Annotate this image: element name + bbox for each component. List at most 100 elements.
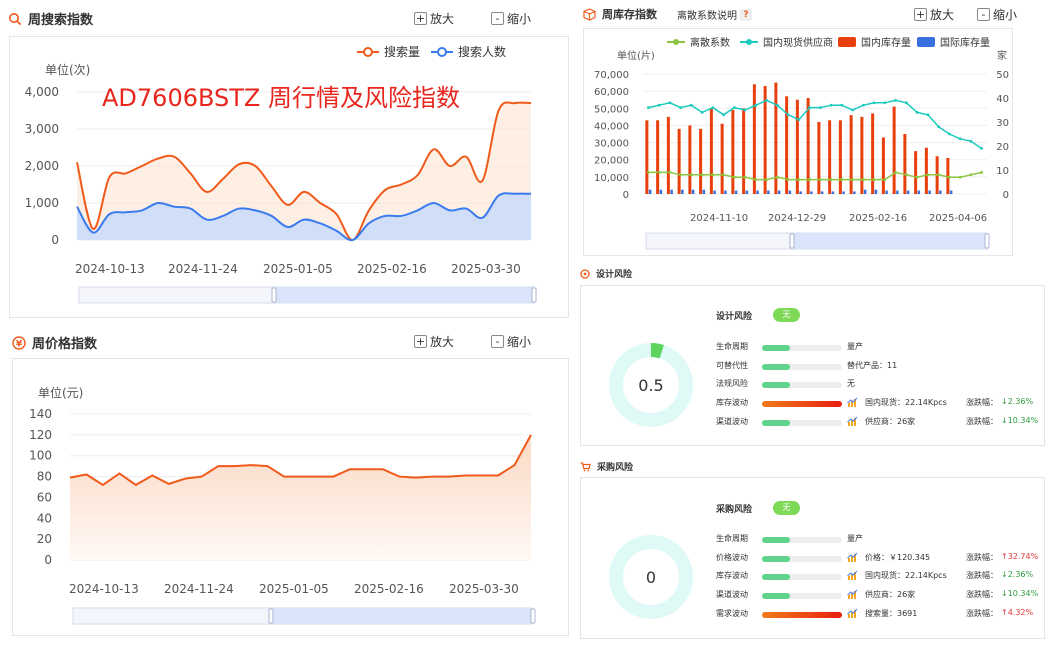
- inventory-chart: 70,000 60,000 50,000 40,000 30,000 20,000 10,0…: [594, 36, 1009, 250]
- inventory-series-point: [829, 103, 833, 107]
- trend-chart-icon[interactable]: [847, 397, 858, 409]
- price-y-tick: 20: [37, 532, 52, 546]
- risk-level-bar: [762, 574, 842, 581]
- risk-change-value: ↓2.36%: [1001, 397, 1034, 407]
- risk-level-fill: [762, 611, 842, 618]
- trend-chart-icon[interactable]: [847, 552, 858, 564]
- inventory-series-point: [765, 178, 769, 182]
- design-risk-badge: 无: [773, 308, 800, 322]
- inventory-domestic-bar: [892, 106, 896, 194]
- inventory-intl-bar: [756, 190, 759, 194]
- risk-change-label: 涨跌幅：: [966, 590, 998, 600]
- inventory-y-tick-right: 0: [1003, 190, 1009, 201]
- trend-chart-icon[interactable]: [847, 570, 858, 582]
- purchase-risk-label: 采购风险: [716, 505, 753, 515]
- inventory-zoom-out-button[interactable]: - 缩小: [977, 6, 1017, 23]
- risk-row-label: 法规风险: [716, 379, 748, 389]
- risk-row-value: 无: [847, 379, 855, 389]
- inventory-series-point: [947, 175, 951, 179]
- inventory-domestic-bar: [914, 151, 918, 194]
- price-y-tick: 60: [37, 490, 52, 504]
- inventory-intl-bar: [874, 189, 878, 194]
- inventory-zoom-in-button[interactable]: + 放大: [914, 6, 954, 23]
- zoom-in-label: 放大: [430, 12, 455, 26]
- risk-change-value: ↑4.32%: [1001, 607, 1034, 617]
- price-zoom-out-button[interactable]: - 缩小: [491, 333, 531, 350]
- inventory-series-point: [711, 106, 715, 109]
- dispersion-help-link[interactable]: 离散系数说明 ?: [677, 7, 752, 22]
- inventory-series-point: [722, 173, 726, 177]
- search-slider-left-handle: [271, 287, 277, 303]
- inventory-domestic-bar: [731, 110, 735, 194]
- design-risk-score: 0.5: [638, 376, 663, 395]
- risk-row-label: 库存波动: [716, 571, 748, 581]
- risk-change-value: ↓10.34%: [1001, 589, 1039, 599]
- inventory-y-tick-right: 50: [996, 70, 1009, 81]
- inventory-y-tick-left: 50,000: [594, 104, 629, 115]
- inventory-intl-bar: [853, 191, 856, 194]
- inventory-domestic-bar: [903, 134, 907, 194]
- trend-chart-icon[interactable]: [847, 416, 858, 428]
- risk-level-bar: [762, 537, 842, 543]
- search-y-tick: 1,000: [25, 196, 59, 210]
- search-slider-right-handle: [531, 287, 537, 303]
- search-zoom-out-button[interactable]: - 缩小: [491, 10, 531, 27]
- inventory-y-tick-right: 40: [996, 94, 1009, 105]
- inventory-series-point: [894, 99, 898, 102]
- inventory-intl-bar: [799, 191, 802, 194]
- inventory-series-point: [808, 178, 812, 182]
- inventory-intl-bar: [788, 190, 792, 194]
- zoom-out-label: 缩小: [507, 12, 532, 26]
- design-risk-header: 设计风险: [580, 267, 632, 280]
- inventory-series-point: [840, 103, 844, 107]
- inventory-intl-bar: [885, 190, 888, 194]
- inventory-domestic-bar: [871, 113, 875, 194]
- inventory-domestic-bar: [742, 108, 746, 194]
- risk-level-fill: [762, 574, 790, 581]
- purchase-risk-section-title: 采购风险: [597, 463, 634, 473]
- inventory-legend-swatch: [917, 37, 935, 47]
- price-zoom-in-button[interactable]: + 放大: [414, 333, 454, 350]
- trend-chart-icon[interactable]: [847, 589, 858, 601]
- inventory-domestic-bar: [860, 116, 864, 194]
- inventory-series-point: [937, 173, 941, 177]
- search-y-tick: 3,000: [25, 122, 59, 136]
- risk-change-value: ↓2.36%: [1001, 570, 1034, 580]
- price-x-tick: 2025-03-30: [449, 582, 519, 596]
- inventory-domestic-bar: [656, 120, 660, 194]
- inventory-series-point: [915, 111, 919, 114]
- risk-level-fill: [762, 401, 842, 408]
- inventory-intl-bar: [906, 190, 910, 194]
- inventory-domestic-bar: [688, 125, 692, 194]
- inventory-series-point: [679, 106, 683, 109]
- inventory-legend-label: 离散系数: [690, 36, 730, 49]
- design-risk-gauge: 0.5: [609, 343, 693, 427]
- inventory-series-point: [926, 173, 930, 177]
- risk-level-fill: [762, 345, 790, 351]
- inventory-domestic-bar: [924, 147, 928, 194]
- trend-chart-icon[interactable]: [847, 608, 858, 620]
- price-x-tick: 2025-01-05: [259, 582, 329, 596]
- inventory-series-point: [861, 178, 865, 182]
- inventory-intl-bar: [896, 190, 899, 194]
- search-panel-header: 周搜索指数: [8, 9, 93, 28]
- risk-row-value: 量产: [847, 534, 863, 543]
- risk-change-label: 涨跌幅：: [966, 398, 998, 408]
- minus-icon: -: [977, 8, 990, 21]
- design-risk-section-title: 设计风险: [596, 270, 633, 280]
- risk-level-bar: [762, 382, 842, 389]
- search-legend-label: 搜索人数: [458, 44, 506, 59]
- inventory-series-point: [872, 101, 876, 105]
- inventory-series-point: [732, 175, 736, 179]
- risk-level-fill: [762, 363, 790, 370]
- inventory-intl-bar: [767, 190, 770, 194]
- inventory-intl-bar: [648, 189, 652, 194]
- zoom-out-label: 缩小: [993, 8, 1018, 22]
- search-zoom-in-button[interactable]: + 放大: [414, 10, 454, 27]
- price-chart: 140 120 100 80 60 40 20 0 单位(元) 2024-10-13 2024-11…: [29, 385, 536, 625]
- inventory-intl-bar: [810, 191, 813, 194]
- risk-change-value: ↑32.74%: [1001, 551, 1039, 561]
- price-series-area: [70, 434, 531, 560]
- risk-row-label: 渠道波动: [716, 416, 748, 426]
- inventory-series-point: [904, 173, 908, 177]
